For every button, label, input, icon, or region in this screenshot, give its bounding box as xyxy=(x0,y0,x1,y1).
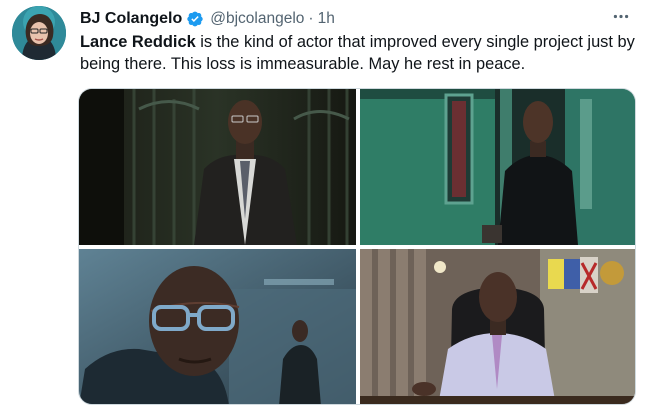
media-photo-3[interactable] xyxy=(79,249,356,404)
media-photo-2[interactable] xyxy=(360,89,635,245)
avatar[interactable] xyxy=(12,6,66,60)
author-display-name[interactable]: BJ Colangelo xyxy=(80,10,182,28)
photo-3-image xyxy=(79,249,356,404)
photo-2-image xyxy=(360,89,635,245)
author-handle[interactable]: @bjcolangelo xyxy=(210,10,304,28)
more-options-icon xyxy=(613,14,629,18)
avatar-image xyxy=(12,6,66,60)
more-options-button[interactable] xyxy=(608,6,634,26)
header-separator: · xyxy=(308,10,314,27)
media-photo-1[interactable] xyxy=(79,89,356,245)
tweet-timestamp[interactable]: 1h xyxy=(318,10,335,28)
media-photo-4[interactable] xyxy=(360,249,635,404)
tweet-header: BJ Colangelo @bjcolangelo · 1h xyxy=(80,8,335,30)
photo-1-image xyxy=(79,89,356,245)
tweet-text-bold: Lance Reddick xyxy=(80,33,196,51)
media-grid xyxy=(78,88,636,405)
verified-badge-icon xyxy=(186,10,204,28)
photo-4-image xyxy=(360,249,635,404)
tweet-card: BJ Colangelo @bjcolangelo · 1h Lance Red… xyxy=(0,0,648,415)
tweet-text: Lance Reddick is the kind of actor that … xyxy=(80,31,636,75)
